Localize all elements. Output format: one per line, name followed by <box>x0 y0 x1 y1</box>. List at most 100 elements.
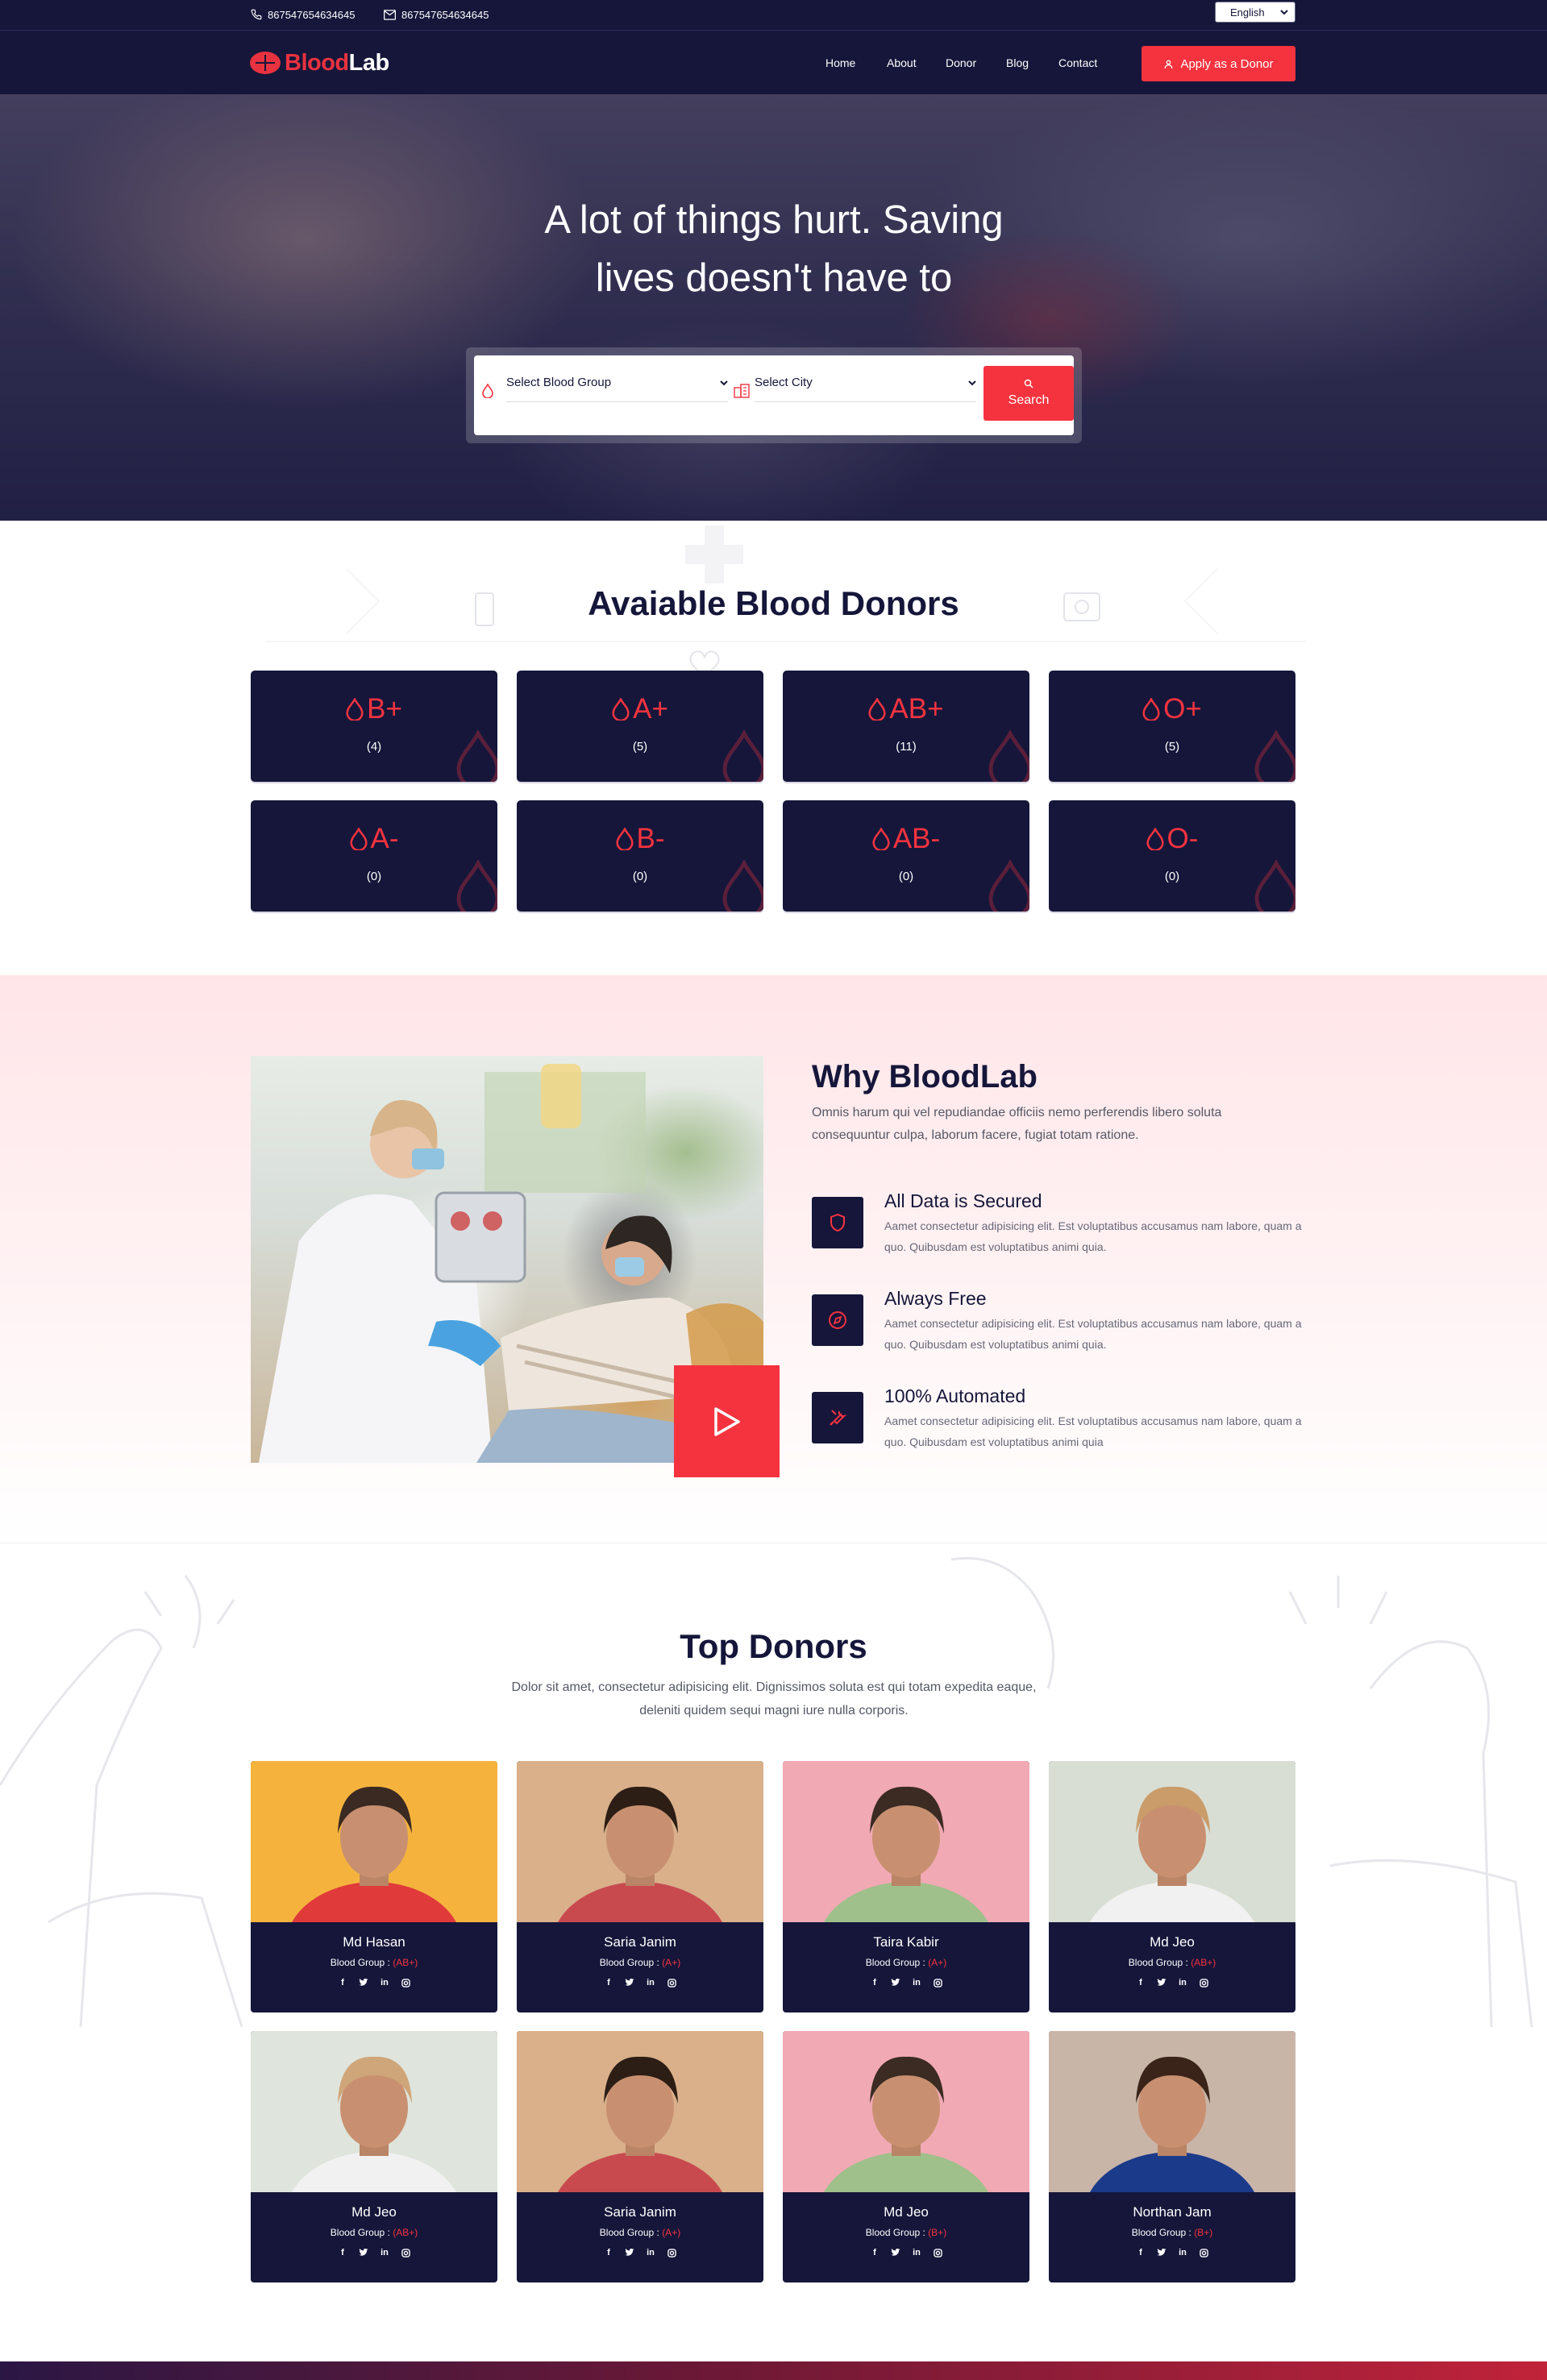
blood-group-card[interactable]: O- (0) <box>1049 800 1295 912</box>
language-select[interactable]: English <box>1215 2 1295 23</box>
donor-card[interactable]: Saria Janim Blood Group : (A+) f in <box>517 2031 763 2282</box>
instagram-icon[interactable] <box>1198 2247 1209 2258</box>
compass-icon <box>829 1311 846 1329</box>
donor-blood-group: Blood Group : (AB+) <box>251 1957 497 1968</box>
donor-card[interactable]: Md Hasan Blood Group : (AB+) f in <box>251 1761 497 2012</box>
blood-group-label: B+ <box>367 693 402 725</box>
instagram-icon[interactable] <box>1198 1977 1209 1988</box>
blood-group-card[interactable]: A+ (5) <box>517 671 763 782</box>
facebook-icon[interactable]: f <box>869 2247 880 2258</box>
social-links: f in <box>1049 2247 1295 2258</box>
blood-group-value: (B+) <box>928 2227 947 2238</box>
social-links: f in <box>1049 1977 1295 1988</box>
city-placeholder: Select City <box>755 376 813 389</box>
donor-name[interactable]: Saria Janim <box>517 2204 763 2220</box>
donor-card[interactable]: Md Jeo Blood Group : (AB+) f in <box>1049 1761 1295 2012</box>
blood-group-card[interactable]: A- (0) <box>251 800 497 912</box>
twitter-icon[interactable] <box>358 2247 369 2258</box>
twitter-icon[interactable] <box>890 2247 901 2258</box>
linkedin-icon[interactable]: in <box>1177 2247 1188 2258</box>
donor-name[interactable]: Md Hasan <box>251 1934 497 1950</box>
instagram-icon[interactable] <box>666 2247 677 2258</box>
linkedin-icon[interactable]: in <box>911 1977 922 1988</box>
twitter-icon[interactable] <box>624 2247 635 2258</box>
city-select[interactable]: Select City <box>755 363 976 402</box>
instagram-icon[interactable] <box>400 2247 411 2258</box>
donor-card[interactable]: Saria Janim Blood Group : (A+) f in <box>517 1761 763 2012</box>
facebook-icon[interactable]: f <box>337 2247 348 2258</box>
blood-drop-icon <box>1146 828 1164 850</box>
donor-name[interactable]: Northan Jam <box>1049 2204 1295 2220</box>
blood-drop-icon <box>1142 698 1160 721</box>
hands-sketch-decoration <box>0 1556 1533 2027</box>
donor-card[interactable]: Md Jeo Blood Group : (B+) f in <box>783 2031 1029 2282</box>
blood-group-card[interactable]: B- (0) <box>517 800 763 912</box>
blood-group-card[interactable]: AB+ (11) <box>783 671 1029 782</box>
social-links: f in <box>251 1977 497 1988</box>
nav-blog[interactable]: Blog <box>1006 55 1029 71</box>
hero-section: A lot of things hurt. Saving lives doesn… <box>0 94 1547 521</box>
linkedin-icon[interactable]: in <box>379 1977 390 1988</box>
donor-card[interactable]: Md Jeo Blood Group : (AB+) f in <box>251 2031 497 2282</box>
linkedin-icon[interactable]: in <box>379 2247 390 2258</box>
why-description: Omnis harum qui vel repudiandae officiis… <box>812 1106 1222 1142</box>
nav-about[interactable]: About <box>887 55 917 71</box>
play-icon <box>713 1406 740 1436</box>
donor-name[interactable]: Taira Kabir <box>783 1934 1029 1950</box>
facebook-icon[interactable]: f <box>1135 2247 1146 2258</box>
twitter-icon[interactable] <box>890 1977 901 1988</box>
linkedin-icon[interactable]: in <box>1177 1977 1188 1988</box>
facebook-icon[interactable]: f <box>603 1977 614 1988</box>
blood-group-placeholder: Select Blood Group <box>506 376 612 389</box>
blood-group-card[interactable]: AB- (0) <box>783 800 1029 912</box>
facebook-icon[interactable]: f <box>337 1977 348 1988</box>
logo[interactable]: Blood Lab <box>249 48 389 77</box>
blood-group-select[interactable]: Select Blood Group <box>506 363 728 402</box>
donor-photo <box>251 1761 497 1922</box>
instagram-icon[interactable] <box>400 1977 411 1988</box>
facebook-icon[interactable]: f <box>869 1977 880 1988</box>
phone-contact[interactable]: 867547654634645 <box>251 6 355 23</box>
apply-donor-button[interactable]: Apply as a Donor <box>1142 46 1295 81</box>
why-title: Why BloodLab <box>812 1059 1038 1094</box>
blood-group-label: A- <box>370 823 399 854</box>
feature-title: 100% Automated <box>884 1385 1026 1406</box>
blood-group-card[interactable]: B+ (4) <box>251 671 497 782</box>
donor-card[interactable]: Taira Kabir Blood Group : (A+) f in <box>783 1761 1029 2012</box>
chevron-down-icon <box>968 380 976 386</box>
linkedin-icon[interactable]: in <box>645 1977 656 1988</box>
play-video-button[interactable] <box>674 1365 780 1477</box>
instagram-icon[interactable] <box>932 1977 943 1988</box>
phone-number: 867547654634645 <box>268 8 356 21</box>
blood-group-prefix: Blood Group : <box>599 2227 663 2238</box>
facebook-icon[interactable]: f <box>1135 1977 1146 1988</box>
linkedin-icon[interactable]: in <box>645 2247 656 2258</box>
donor-portrait <box>824 2056 988 2192</box>
donor-portrait <box>1090 1786 1254 1922</box>
nav-contact[interactable]: Contact <box>1058 55 1097 71</box>
blood-drop-icon <box>346 698 364 721</box>
blood-group-type: AB- <box>783 823 1029 855</box>
twitter-icon[interactable] <box>358 1977 369 1988</box>
instagram-icon[interactable] <box>932 2247 943 2258</box>
nav-donor[interactable]: Donor <box>946 55 976 71</box>
donor-blood-group: Blood Group : (B+) <box>1049 2227 1295 2238</box>
nav-home[interactable]: Home <box>825 55 855 71</box>
donor-name[interactable]: Md Jeo <box>783 2204 1029 2220</box>
twitter-icon[interactable] <box>1156 2247 1167 2258</box>
instagram-icon[interactable] <box>666 1977 677 1988</box>
blood-drop-icon <box>868 698 886 721</box>
linkedin-icon[interactable]: in <box>911 2247 922 2258</box>
twitter-icon[interactable] <box>1156 1977 1167 1988</box>
blood-drop-icon <box>482 384 493 398</box>
donor-name[interactable]: Md Jeo <box>1049 1934 1295 1950</box>
facebook-icon[interactable]: f <box>603 2247 614 2258</box>
search-button[interactable]: Search <box>984 366 1074 421</box>
logo-text-blood: Blood <box>285 49 349 76</box>
blood-group-card[interactable]: O+ (5) <box>1049 671 1295 782</box>
donor-name[interactable]: Md Jeo <box>251 2204 497 2220</box>
email-contact[interactable]: 867547654634645 <box>384 6 489 23</box>
donor-name[interactable]: Saria Janim <box>517 1934 763 1950</box>
twitter-icon[interactable] <box>624 1977 635 1988</box>
donor-card[interactable]: Northan Jam Blood Group : (B+) f in <box>1049 2031 1295 2282</box>
